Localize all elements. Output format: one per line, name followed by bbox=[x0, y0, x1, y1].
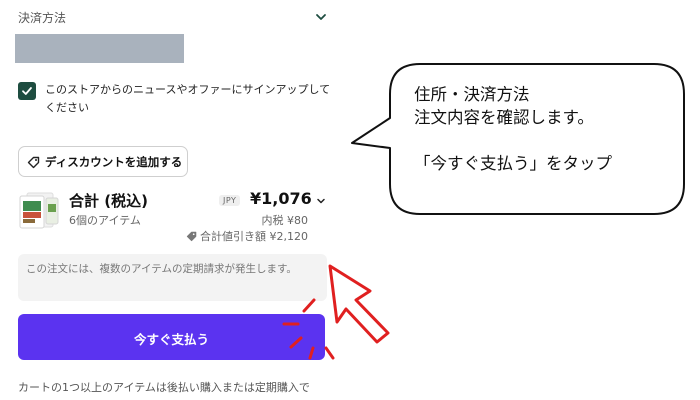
tag-icon bbox=[27, 156, 40, 169]
total-title: 合計 (税込) bbox=[69, 192, 148, 210]
pay-now-button[interactable]: 今すぐ支払う bbox=[18, 314, 325, 360]
currency-badge: JPY bbox=[219, 195, 241, 206]
footer-note: カートの1つ以上のアイテムは後払い購入または定期購入で bbox=[18, 381, 310, 394]
subscription-notice-text: この注文には、複数のアイテムの定期請求が発生します。 bbox=[26, 263, 297, 275]
subscription-notice: この注文には、複数のアイテムの定期請求が発生します。 bbox=[18, 254, 327, 301]
annotation-line-2: 注文内容を確認します。 bbox=[414, 108, 594, 127]
chevron-down-icon[interactable] bbox=[316, 196, 326, 206]
chevron-down-icon bbox=[316, 14, 326, 20]
redacted-field bbox=[15, 34, 184, 63]
annotation-spacer bbox=[414, 129, 684, 152]
payment-method-label: 決済方法 bbox=[18, 11, 67, 25]
item-count: 6個のアイテム bbox=[69, 214, 141, 227]
newsletter-label[interactable]: このストアからのニュースやオファーにサインアップしてください bbox=[45, 81, 331, 117]
add-discount-label: ディスカウントを追加する bbox=[45, 155, 183, 169]
pay-now-label: 今すぐ支払う bbox=[133, 332, 209, 347]
total-amount: ¥1,076 bbox=[250, 189, 312, 208]
annotation-text: 住所・決済方法 注文内容を確認します。 「今すぐ支払う」をタップ bbox=[414, 83, 684, 175]
product-thumbnail bbox=[19, 192, 59, 229]
order-summary[interactable]: 合計 (税込) 6個のアイテム JPY ¥1,076 内税 ¥80 合計値引き額… bbox=[18, 188, 328, 246]
payment-method-header[interactable]: 決済方法 bbox=[18, 8, 328, 28]
annotation-line-1: 住所・決済方法 bbox=[414, 85, 530, 104]
tax-amount: 内税 ¥80 bbox=[261, 214, 309, 227]
savings-amount: 合計値引き額 ¥2,120 bbox=[186, 228, 308, 244]
newsletter-checkbox[interactable] bbox=[18, 82, 36, 100]
annotation-line-3: 「今すぐ支払う」をタップ bbox=[414, 154, 612, 173]
savings-label: 合計値引き額 ¥2,120 bbox=[200, 230, 308, 243]
newsletter-opt-in: このストアからのニュースやオファーにサインアップしてください bbox=[18, 79, 331, 119]
add-discount-button[interactable]: ディスカウントを追加する bbox=[18, 146, 188, 177]
checkmark-icon bbox=[22, 87, 32, 95]
tag-icon bbox=[186, 231, 197, 242]
